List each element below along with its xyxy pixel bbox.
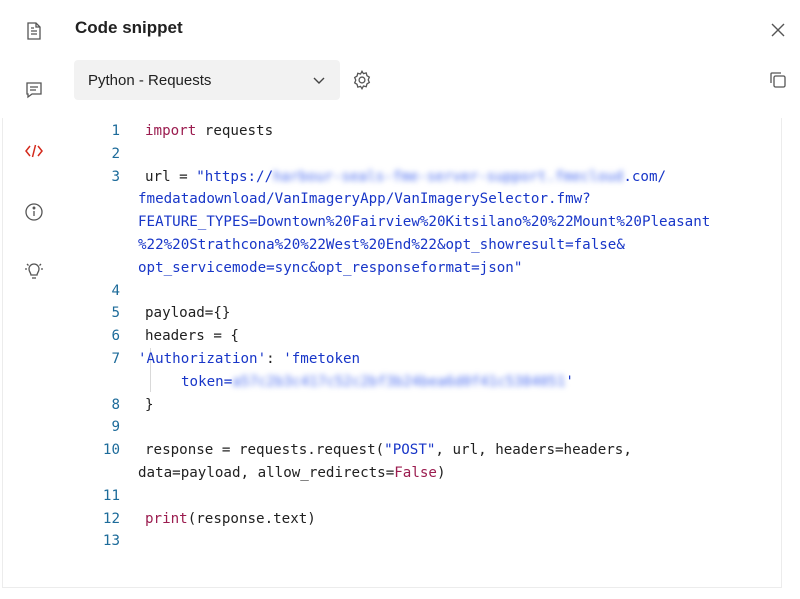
language-select-value: Python - Requests bbox=[88, 71, 212, 89]
settings-gear-icon[interactable] bbox=[350, 68, 374, 92]
line-number: 7 bbox=[111, 350, 120, 367]
code-line: token=a57c2b3c417c52c2bf3b24bea6d0f41c53… bbox=[96, 371, 780, 394]
code-token: False bbox=[394, 464, 437, 481]
code-token: (response.text) bbox=[187, 510, 316, 527]
line-number: 5 bbox=[111, 305, 120, 322]
close-icon[interactable] bbox=[766, 18, 790, 42]
code-token: fmedatadownload/VanImageryApp/VanImagery… bbox=[138, 191, 591, 208]
code-line: opt_servicemode=sync&opt_responseformat=… bbox=[96, 257, 780, 280]
code-token: 'Authorization' bbox=[138, 350, 267, 367]
code-line: 13 bbox=[96, 530, 780, 553]
code-token: opt_servicemode=sync&opt_responseformat=… bbox=[138, 259, 523, 276]
code-token: 'fmetoken bbox=[283, 350, 361, 367]
code-token: %22%20Strathcona%20%22West%20End%22&opt_… bbox=[138, 236, 625, 253]
line-number: 13 bbox=[102, 533, 120, 550]
code-line: 9 bbox=[96, 416, 780, 439]
code-line: 8} bbox=[96, 394, 780, 417]
code-snippet[interactable]: 1 import requests 2 3 url = "https://harbo… bbox=[96, 120, 780, 553]
line-number: 4 bbox=[111, 282, 120, 299]
code-token: "https:// bbox=[196, 168, 274, 185]
code-line: 5 payload={} bbox=[96, 302, 780, 325]
code-line: 2 bbox=[96, 143, 780, 166]
code-line: 6 headers = { bbox=[96, 325, 780, 348]
code-panel-border-right bbox=[781, 118, 782, 588]
code-panel-border-left bbox=[2, 118, 3, 588]
code-token: url = bbox=[145, 168, 197, 185]
code-line: 4 bbox=[96, 280, 780, 303]
code-line: 7 'Authorization': 'fmetoken bbox=[96, 348, 780, 371]
language-select[interactable]: Python - Requests bbox=[74, 60, 340, 100]
code-token: payload={} bbox=[145, 305, 231, 322]
redacted-host: harbour-seals-fme-server-support.fmeclou… bbox=[273, 168, 624, 185]
code-line: %22%20Strathcona%20%22West%20End%22&opt_… bbox=[96, 234, 780, 257]
code-line: 1 import requests bbox=[96, 120, 780, 143]
code-token: ) bbox=[436, 464, 446, 481]
sidebar bbox=[0, 0, 68, 599]
code-token: response = requests.request( bbox=[145, 442, 385, 459]
line-number: 1 bbox=[111, 123, 120, 139]
code-line: 11 bbox=[96, 485, 780, 508]
code-token: token= bbox=[181, 373, 233, 390]
code-line: 12 print(response.text) bbox=[96, 508, 780, 531]
documentation-icon[interactable] bbox=[22, 19, 46, 43]
info-icon[interactable] bbox=[22, 200, 46, 224]
line-number: 6 bbox=[111, 328, 120, 345]
line-number: 11 bbox=[102, 487, 120, 504]
line-number: 9 bbox=[111, 419, 120, 436]
code-line: fmedatadownload/VanImageryApp/VanImagery… bbox=[96, 188, 780, 211]
code-panel-border-bottom bbox=[2, 587, 782, 588]
chevron-down-icon bbox=[313, 77, 325, 84]
code-token: } bbox=[145, 396, 154, 413]
code-token: "POST" bbox=[384, 442, 436, 459]
code-token: import bbox=[145, 123, 197, 139]
line-number: 8 bbox=[111, 396, 120, 413]
code-token: FEATURE_TYPES=Downtown%20Fairview%20Kits… bbox=[138, 214, 711, 231]
code-token: data=payload, allow_redirects= bbox=[138, 464, 395, 481]
code-token: .com/ bbox=[623, 168, 667, 185]
line-number: 12 bbox=[102, 510, 120, 527]
redacted-token: a57c2b3c417c52c2bf3b24bea6d0f41c5384051 bbox=[232, 373, 566, 390]
code-token: headers = { bbox=[145, 328, 239, 345]
line-number: 3 bbox=[111, 168, 120, 185]
page-title: Code snippet bbox=[75, 18, 183, 37]
code-token: requests bbox=[196, 123, 274, 139]
code-line: 10 response = requests.request("POST", ur… bbox=[96, 439, 780, 462]
code-line: data=payload, allow_redirects=False) bbox=[96, 462, 780, 485]
code-icon[interactable] bbox=[22, 139, 46, 163]
line-number: 2 bbox=[111, 145, 120, 162]
copy-icon[interactable] bbox=[766, 68, 790, 92]
code-line: 3 url = "https://harbour-seals-fme-server… bbox=[96, 166, 780, 189]
line-number: 10 bbox=[102, 442, 120, 459]
code-token: print bbox=[145, 510, 188, 527]
lightbulb-icon[interactable] bbox=[22, 259, 46, 283]
code-line: FEATURE_TYPES=Downtown%20Fairview%20Kits… bbox=[96, 211, 780, 234]
code-token: : bbox=[266, 350, 284, 367]
comments-icon[interactable] bbox=[22, 78, 46, 102]
code-token: , url, headers=headers, bbox=[435, 442, 632, 459]
code-token: ' bbox=[565, 373, 574, 390]
